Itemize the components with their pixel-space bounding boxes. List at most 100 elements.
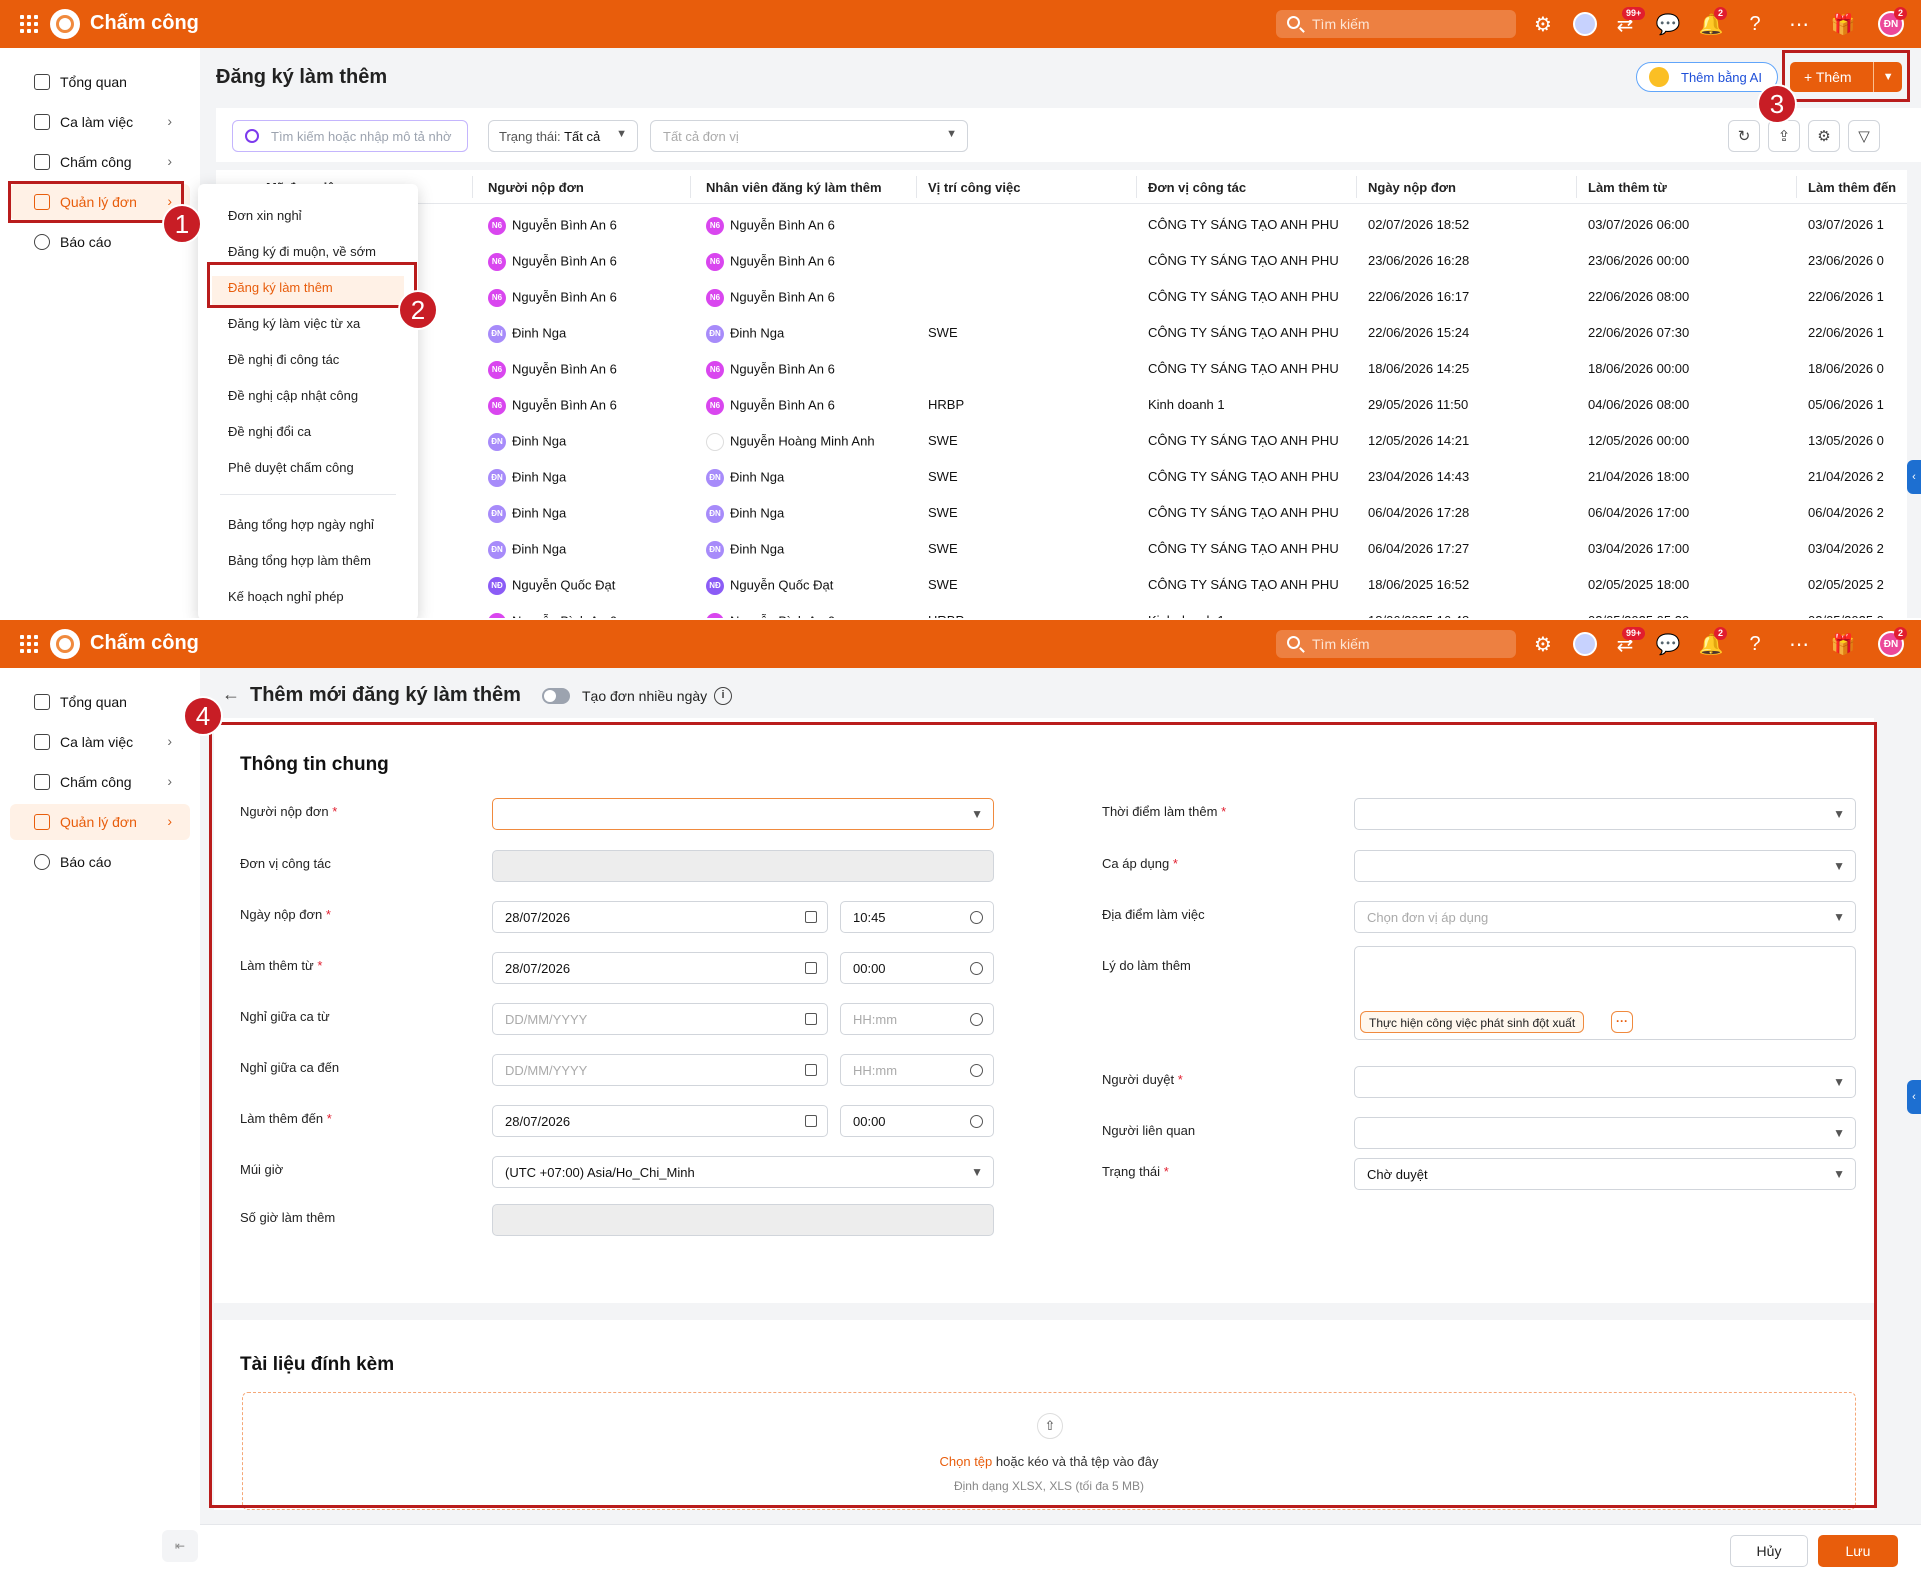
- cell-from: 03/04/2026 17:00: [1588, 541, 1689, 556]
- cell-text: SWE: [928, 577, 958, 592]
- bell-badge: 2: [1714, 627, 1728, 640]
- user-avatar-icon[interactable]: [1572, 11, 1598, 37]
- multi-day-toggle[interactable]: [542, 688, 570, 704]
- cell-emp: Nguyễn Hoàng Minh Anh: [706, 433, 875, 451]
- cell-text: Nguyễn Bình An 6: [512, 397, 617, 413]
- cell-text: Nguyễn Bình An 6: [730, 289, 835, 305]
- sidebar-item-shifts[interactable]: Ca làm việc ›: [10, 104, 190, 140]
- menu-item-shift-change[interactable]: Đề nghị đổi ca: [228, 424, 311, 439]
- cell-date: 06/04/2026 17:27: [1368, 541, 1469, 556]
- menu-item-remote[interactable]: Đăng ký làm việc từ xa: [228, 316, 360, 331]
- table-row[interactable]: NĐ Nguyễn Quốc Đạt NĐ Nguyễn Quốc Đạt SWE CÔN…: [216, 566, 1907, 602]
- account-avatar[interactable]: ĐN 2: [1878, 627, 1908, 657]
- menu-item-approve-timesheet[interactable]: Phê duyệt chấm công: [228, 460, 354, 475]
- sidebar-item-timekeeping[interactable]: Chấm công ›: [10, 764, 190, 800]
- info-icon[interactable]: i: [714, 687, 732, 705]
- app-logo-icon: [50, 629, 80, 659]
- annotation-box-3: [1782, 50, 1910, 102]
- table-row[interactable]: N6 Nguyễn Bình An 6 N6 Nguyễn Bình An 6 CÔNG…: [216, 206, 1907, 242]
- chat-icon[interactable]: 💬: [1655, 631, 1681, 657]
- table-row[interactable]: N6 Nguyễn Bình An 6 N6 Nguyễn Bình An 6 CÔNG…: [216, 350, 1907, 386]
- table-row[interactable]: ĐN Đinh Nga ĐN Đinh Nga SWE CÔNG TY SÁNG TẠO …: [216, 494, 1907, 530]
- search-placeholder: Tìm kiếm: [1312, 16, 1370, 32]
- help-icon[interactable]: ?: [1742, 631, 1768, 657]
- sidebar-item-overview[interactable]: Tổng quan: [10, 64, 190, 100]
- table-row[interactable]: ĐN Đinh Nga ĐN Đinh Nga SWE CÔNG TY SÁNG TẠO …: [216, 530, 1907, 566]
- more-icon[interactable]: ⋯: [1786, 11, 1812, 37]
- side-panel-toggle[interactable]: ‹: [1907, 460, 1921, 494]
- sync-icon[interactable]: ⇄ 99+: [1612, 627, 1646, 657]
- sidebar-item-label: Quản lý đơn: [60, 814, 137, 830]
- menu-item-business-trip[interactable]: Đề nghị đi công tác: [228, 352, 339, 367]
- gear-icon[interactable]: ⚙: [1530, 11, 1556, 37]
- global-search-input[interactable]: Tìm kiếm: [1276, 10, 1516, 38]
- cell-text: 23/06/2026 00:00: [1588, 253, 1690, 268]
- cell-text: SWE: [928, 469, 958, 484]
- table-row[interactable]: ĐN Đinh Nga ĐN Đinh Nga SWE CÔNG TY SÁNG TẠO …: [216, 458, 1907, 494]
- menu-item-late-early[interactable]: Đăng ký đi muộn, về sớm: [228, 244, 376, 259]
- sidebar-item-reports[interactable]: Báo cáo: [10, 844, 190, 880]
- account-avatar[interactable]: ĐN 2: [1878, 7, 1908, 37]
- menu-item-leave-plan[interactable]: Kế hoạch nghỉ phép: [228, 589, 344, 604]
- refresh-icon[interactable]: ↻: [1728, 120, 1760, 152]
- cell-text: Đinh Nga: [512, 469, 567, 485]
- cell-text: 21/04/2026 18:00: [1588, 469, 1690, 484]
- menu-item-leave-summary[interactable]: Bảng tổng hợp ngày nghỉ: [228, 517, 374, 532]
- filter-icon[interactable]: ▽: [1848, 120, 1880, 152]
- cell-text: 03/04/2026 17:00: [1588, 541, 1690, 556]
- table-row[interactable]: ĐN Đinh Nga Nguyễn Hoàng Minh Anh SWE CÔNG T…: [216, 422, 1907, 458]
- cell-pos: SWE: [928, 505, 958, 520]
- cell-unit: CÔNG TY SÁNG TẠO ANH PHU: [1148, 577, 1339, 592]
- user-avatar-icon[interactable]: [1572, 631, 1598, 657]
- table-row[interactable]: N6 Nguyễn Bình An 6 N6 Nguyễn Bình An 6 CÔNG…: [216, 242, 1907, 278]
- cell-text: CÔNG TY SÁNG TẠO ANH PHU: [1148, 433, 1339, 448]
- cell-sub: N6 Nguyễn Bình An 6: [488, 217, 617, 235]
- help-icon[interactable]: ?: [1742, 11, 1768, 37]
- app-grid-icon[interactable]: [20, 635, 38, 653]
- side-panel-toggle[interactable]: ‹: [1907, 1080, 1921, 1114]
- gift-icon[interactable]: 🎁: [1830, 631, 1856, 657]
- top-bar: Chấm công Tìm kiếm ⚙ ⇄ 99+ 💬 🔔 2 ? ⋯ 🎁 ĐN 2: [0, 0, 1921, 48]
- sidebar-item-label: Báo cáo: [60, 854, 112, 870]
- cell-emp: ĐN Đinh Nga: [706, 541, 784, 559]
- export-icon[interactable]: ⇪: [1768, 120, 1800, 152]
- add-with-ai-button[interactable]: Thêm bằng AI: [1636, 62, 1778, 92]
- table-search-input[interactable]: Tìm kiếm hoặc nhập mô tả nhờ: [232, 120, 468, 152]
- cancel-button[interactable]: Hủy: [1730, 1535, 1808, 1567]
- table-row[interactable]: ĐN Đinh Nga ĐN Đinh Nga SWE CÔNG TY SÁNG TẠO …: [216, 314, 1907, 350]
- sync-icon[interactable]: ⇄ 99+: [1612, 7, 1646, 37]
- cell-from: 12/05/2026 00:00: [1588, 433, 1689, 448]
- bell-icon[interactable]: 🔔 2: [1698, 627, 1728, 657]
- more-icon[interactable]: ⋯: [1786, 631, 1812, 657]
- gift-icon[interactable]: 🎁: [1830, 11, 1856, 37]
- chat-icon[interactable]: 💬: [1655, 11, 1681, 37]
- cell-text: 13/05/2026 0: [1808, 433, 1884, 448]
- status-filter[interactable]: Trạng thái: Tất cả ▼: [488, 120, 638, 152]
- cell-unit: CÔNG TY SÁNG TẠO ANH PHU: [1148, 505, 1339, 520]
- bell-icon[interactable]: 🔔 2: [1698, 7, 1728, 37]
- back-arrow-icon[interactable]: ←: [222, 684, 240, 705]
- settings-icon[interactable]: ⚙: [1808, 120, 1840, 152]
- cell-text: 05/06/2026 1: [1808, 397, 1884, 412]
- sidebar-item-shifts[interactable]: Ca làm việc ›: [10, 724, 190, 760]
- sidebar-item-overview[interactable]: Tổng quan: [10, 684, 190, 720]
- form-title: Thêm mới đăng ký làm thêm: [250, 684, 521, 706]
- sidebar-item-requests[interactable]: Quản lý đơn ›: [10, 804, 190, 840]
- gear-icon[interactable]: ⚙: [1530, 631, 1556, 657]
- unit-filter[interactable]: Tất cả đơn vị ▼: [650, 120, 968, 152]
- menu-item-update-timesheet[interactable]: Đề nghị cập nhật công: [228, 388, 358, 403]
- menu-item-leave[interactable]: Đơn xin nghỉ: [228, 208, 302, 223]
- cell-to: 02/05/2025 2: [1808, 577, 1884, 592]
- menu-item-overtime-summary[interactable]: Bảng tổng hợp làm thêm: [228, 553, 371, 568]
- save-button[interactable]: Lưu: [1818, 1535, 1898, 1567]
- global-search-input[interactable]: Tìm kiếm: [1276, 630, 1516, 658]
- table-row[interactable]: N6 Nguyễn Bình An 6 N6 Nguyễn Bình An 6 HRBP…: [216, 386, 1907, 422]
- cell-text: 03/07/2026 06:00: [1588, 217, 1690, 232]
- cell-date: 18/06/2025 16:52: [1368, 577, 1469, 592]
- table-row[interactable]: N6 Nguyễn Bình An 6 N6 Nguyễn Bình An 6 CÔNG…: [216, 278, 1907, 314]
- collapse-sidebar-icon[interactable]: ⇤: [162, 1530, 198, 1562]
- sidebar-item-timekeeping[interactable]: Chấm công ›: [10, 144, 190, 180]
- app-grid-icon[interactable]: [20, 15, 38, 33]
- cell-pos: SWE: [928, 577, 958, 592]
- sidebar-item-label: Chấm công: [60, 154, 132, 170]
